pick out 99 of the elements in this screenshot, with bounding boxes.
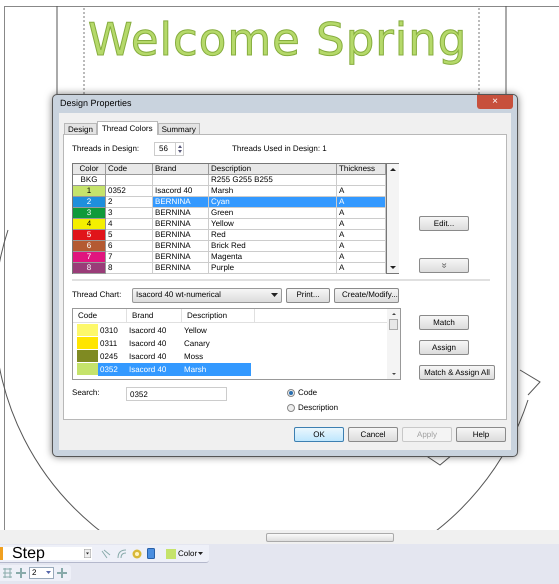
table-cell: 4 xyxy=(106,219,153,230)
embroidered-text: Welcome Spring xyxy=(88,14,468,66)
dropdown-arrow-icon xyxy=(271,292,278,298)
status-text: Threads Used in Design: 1 xyxy=(232,143,327,155)
action-button[interactable]: Match & Assign All xyxy=(419,365,495,380)
field-label: Thread Chart: xyxy=(72,289,122,301)
table-cell xyxy=(153,175,209,186)
column-header[interactable]: Brand xyxy=(153,164,209,175)
spool-icon[interactable] xyxy=(132,548,142,558)
column-header[interactable]: Brand xyxy=(127,309,182,322)
scrollbar[interactable] xyxy=(387,309,400,379)
grid-icon[interactable] xyxy=(2,568,13,578)
horizontal-scrollbar-thumb[interactable] xyxy=(266,532,394,542)
color-swatch: 3 xyxy=(73,208,106,219)
color-swatch: 4 xyxy=(73,219,106,230)
dialog-button[interactable]: Cancel xyxy=(348,427,398,442)
radio-label[interactable]: Code xyxy=(298,387,318,399)
table-cell xyxy=(106,175,153,186)
table-cell: BERNINA xyxy=(153,241,209,252)
scroll-thumb[interactable] xyxy=(389,319,398,330)
radio-button[interactable] xyxy=(287,404,295,412)
radio-button[interactable] xyxy=(287,389,295,397)
expand-button[interactable]: » xyxy=(419,258,469,273)
table-cell: 8 xyxy=(106,263,153,274)
color-swatch: 7 xyxy=(73,252,106,263)
table-cell: A xyxy=(337,197,386,208)
action-button[interactable]: Assign xyxy=(419,340,469,355)
table-cell: 7 xyxy=(106,252,153,263)
table-cell-text: Moss xyxy=(183,351,204,363)
table-cell: Purple xyxy=(209,263,337,274)
table-cell-text: 0352 xyxy=(99,364,119,376)
tab[interactable]: Thread Colors xyxy=(96,121,158,135)
field-label: Threads in Design: xyxy=(72,143,140,155)
tab[interactable]: Design xyxy=(64,123,97,134)
table-cell-text: Canary xyxy=(183,338,211,350)
dialog-button[interactable]: OK xyxy=(294,427,344,442)
column-header[interactable]: Code xyxy=(73,309,127,322)
color-swatch: 6 xyxy=(73,241,106,252)
step-dropdown[interactable]: Step xyxy=(0,547,92,560)
spin-field[interactable]: 56 xyxy=(154,142,184,156)
column-header[interactable]: Code xyxy=(106,164,153,175)
table-cell: Green xyxy=(209,208,337,219)
dropdown-arrow-icon xyxy=(46,571,51,575)
table-cell-text: 0310 xyxy=(99,325,119,337)
close-button[interactable]: × xyxy=(477,95,513,109)
table-cell: Cyan xyxy=(209,197,337,208)
color-swatch: BKG xyxy=(73,175,106,186)
table-cell: 3 xyxy=(106,208,153,219)
table-cell-text: Yellow xyxy=(183,325,208,337)
table-cell: BERNINA xyxy=(153,230,209,241)
stitch-tool-icon[interactable] xyxy=(101,548,111,558)
print-button[interactable]: Print... xyxy=(286,288,330,302)
table-cell: Yellow xyxy=(209,219,337,230)
table-cell-text: Marsh xyxy=(183,364,208,376)
table-cell-text: 0311 xyxy=(99,338,118,350)
color-swatch: 2 xyxy=(73,197,106,208)
create-modify-button[interactable]: Create/Modify... xyxy=(334,288,399,302)
table-cell: Red xyxy=(209,230,337,241)
color-swatch: 1 xyxy=(73,186,106,197)
search-field[interactable]: 0352 xyxy=(126,387,227,401)
dropdown-arrow-icon xyxy=(84,549,91,558)
table-cell: Magenta xyxy=(209,252,337,263)
table-cell-text: Isacord 40 xyxy=(128,325,168,337)
tab[interactable]: Summary xyxy=(158,123,200,134)
document-icon[interactable] xyxy=(147,548,155,559)
caret-icon xyxy=(198,552,204,556)
table-cell: 6 xyxy=(106,241,153,252)
move-icon[interactable] xyxy=(16,568,26,578)
dialog-button[interactable]: Help xyxy=(456,427,506,442)
table-cell: BERNINA xyxy=(153,263,209,274)
action-button[interactable]: Match xyxy=(419,315,469,330)
move-icon[interactable] xyxy=(57,568,67,578)
table-cell: BERNINA xyxy=(153,197,209,208)
column-header[interactable]: Description xyxy=(209,164,337,175)
field-label: Search: xyxy=(72,387,101,399)
table-cell-text: 0245 xyxy=(99,351,119,363)
table-cell-text: Isacord 40 xyxy=(128,364,168,376)
table-cell: 0352 xyxy=(106,186,153,197)
edit-button[interactable]: Edit... xyxy=(419,216,469,231)
radio-label[interactable]: Description xyxy=(298,402,338,414)
table-cell-text: Isacord 40 xyxy=(128,338,168,350)
curve-tool-icon[interactable] xyxy=(117,548,127,558)
color-swatch: 5 xyxy=(73,230,106,241)
table-cell: R255 G255 B255 xyxy=(209,175,337,186)
thread-chart-dropdown[interactable]: Isacord 40 wt-numerical xyxy=(132,288,282,302)
table-cell-text: Isacord 40 xyxy=(128,351,168,363)
spin-field[interactable]: 2 xyxy=(29,567,54,579)
table-cell: 5 xyxy=(106,230,153,241)
color-button[interactable]: Color xyxy=(178,548,204,560)
table-cell: BERNINA xyxy=(153,252,209,263)
scrollbar[interactable] xyxy=(386,164,399,273)
column-header[interactable]: Description xyxy=(182,309,255,322)
spin-arrows-icon[interactable] xyxy=(175,143,183,155)
color-swatch: 8 xyxy=(73,263,106,274)
color-swatch-icon[interactable] xyxy=(166,548,176,558)
table-cell: BERNINA xyxy=(153,208,209,219)
table-cell: BERNINA xyxy=(153,219,209,230)
table-cell: Brick Red xyxy=(209,241,337,252)
window-title: Design Properties xyxy=(59,97,132,110)
